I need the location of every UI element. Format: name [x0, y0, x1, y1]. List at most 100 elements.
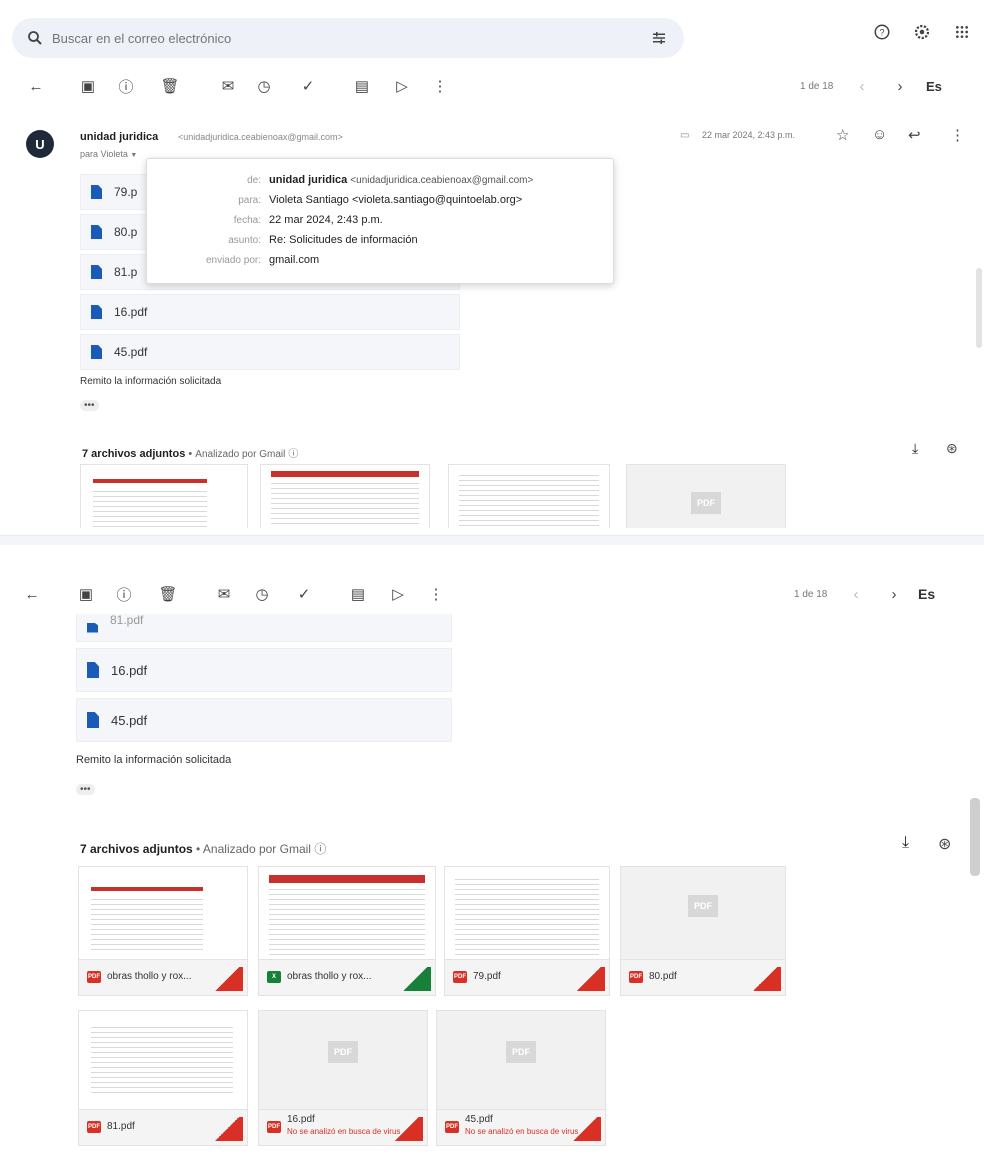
- attachments-count: 7 archivos adjuntos: [82, 448, 186, 460]
- attachment-thumbnail[interactable]: [448, 464, 610, 528]
- attachment-card[interactable]: PDF 81.pdf: [78, 1010, 248, 1146]
- search-bar[interactable]: [12, 18, 684, 58]
- search-input[interactable]: [52, 28, 612, 48]
- sender-name[interactable]: unidad juridica: [80, 131, 158, 143]
- input-tools-language[interactable]: Es: [926, 79, 942, 94]
- mark-unread-icon[interactable]: ✉: [214, 584, 234, 604]
- apps-grid-icon[interactable]: [952, 22, 972, 42]
- snooze-clock-icon[interactable]: ◷: [254, 76, 274, 96]
- input-tools-language[interactable]: Es: [918, 586, 935, 602]
- add-to-drive-icon[interactable]: ⊛: [946, 440, 958, 457]
- more-options-icon[interactable]: ⋮: [426, 584, 446, 604]
- message-body: Remito la información solicitada: [76, 754, 232, 766]
- attachment-name: 16.pdf: [114, 305, 148, 319]
- attachment-card[interactable]: Xobras thollo y rox...: [258, 866, 436, 996]
- settings-gear-icon[interactable]: [912, 22, 932, 42]
- attachment-card[interactable]: PDF obras thollo y rox...: [78, 866, 248, 996]
- star-icon[interactable]: ☆: [836, 126, 849, 144]
- label-icon[interactable]: ▷: [392, 76, 412, 96]
- scrollbar[interactable]: [976, 268, 982, 348]
- attachment-name: 80.p: [114, 225, 138, 239]
- download-all-icon[interactable]: ⤓: [902, 834, 909, 852]
- pdf-placeholder-icon: PDF: [691, 491, 721, 514]
- pdf-placeholder-icon: PDF: [328, 1041, 358, 1064]
- attachment-corner-icon: [573, 967, 605, 991]
- show-trimmed-content[interactable]: •••: [76, 784, 95, 795]
- archive-icon[interactable]: ▣: [76, 584, 96, 604]
- search-icon[interactable]: [26, 29, 44, 47]
- attachment-chip[interactable]: 81.pdf: [76, 613, 452, 642]
- report-spam-icon[interactable]: ⓘ: [114, 584, 134, 604]
- help-icon[interactable]: ?: [872, 22, 892, 42]
- download-all-icon[interactable]: ⤓: [912, 440, 918, 457]
- attachment-card[interactable]: PDF PDF 80.pdf: [620, 866, 786, 996]
- attachment-corner-icon: [749, 967, 781, 991]
- next-page-icon[interactable]: ›: [884, 584, 904, 604]
- back-arrow-icon[interactable]: ←: [22, 584, 42, 604]
- pdf-file-icon: PDF: [87, 971, 101, 983]
- pagination-label: 1 de 18: [794, 589, 828, 600]
- scrollbar-thumb[interactable]: [970, 798, 980, 876]
- add-task-icon[interactable]: ✓: [298, 76, 318, 96]
- attachment-card[interactable]: PDF PDF 45.pdf No se analizó en busca de v…: [436, 1010, 606, 1146]
- detail-sender-email: <unidadjuridica.ceabienoax@gmail.com>: [350, 175, 534, 186]
- spreadsheet-file-icon: X: [267, 971, 281, 983]
- document-icon: [91, 345, 102, 359]
- attachment-filename: 81.pdf: [107, 1121, 135, 1132]
- report-spam-icon[interactable]: ⓘ: [116, 76, 136, 96]
- chevron-down-icon[interactable]: ▼: [130, 152, 137, 159]
- attachment-corner-icon: [399, 967, 431, 991]
- attachment-thumbnail[interactable]: [80, 464, 248, 528]
- reply-icon[interactable]: ↩: [908, 126, 921, 144]
- emoji-reaction-icon[interactable]: ☺: [872, 126, 887, 143]
- delete-icon[interactable]: 🗑: [160, 76, 180, 96]
- attachment-chip[interactable]: 16.pdf: [76, 648, 452, 692]
- next-page-icon[interactable]: ›: [890, 76, 910, 96]
- back-arrow-icon[interactable]: ←: [26, 76, 46, 96]
- attachment-thumbnail[interactable]: PDF: [626, 464, 786, 528]
- attachment-thumbnail[interactable]: [260, 464, 430, 528]
- show-details-toggle[interactable]: para Violeta ▼: [80, 149, 137, 159]
- attachment-name: 81.p: [114, 265, 138, 279]
- more-options-icon[interactable]: ⋮: [430, 76, 450, 96]
- detail-value: 22 mar 2024, 2:43 p.m.: [269, 214, 383, 226]
- detail-key: de:: [247, 175, 261, 186]
- attachments-header: 7 archivos adjuntos • Analizado por Gmai…: [82, 445, 298, 460]
- delete-icon[interactable]: 🗑: [158, 584, 178, 604]
- attachment-chip[interactable]: 16.pdf: [80, 294, 460, 330]
- mark-unread-icon[interactable]: ✉: [218, 76, 238, 96]
- attachment-chip[interactable]: 45.pdf: [76, 698, 452, 742]
- prev-page-icon[interactable]: ‹: [852, 76, 872, 96]
- message-toolbar: ← ▣ ⓘ 🗑 ✉ ◷ ✓ ▤ ▷ ⋮ 1 de 18 ‹ › Es: [0, 68, 984, 104]
- virus-scan-warning: No se analizó en busca de virus: [287, 1127, 401, 1136]
- more-vert-icon[interactable]: ⋮: [950, 126, 965, 144]
- show-trimmed-content[interactable]: •••: [80, 400, 99, 411]
- move-to-icon[interactable]: ▤: [352, 76, 372, 96]
- document-icon: [91, 225, 102, 239]
- search-options-icon[interactable]: [650, 29, 668, 47]
- attachments-count: 7 archivos adjuntos: [80, 842, 193, 856]
- detail-value: Re: Solicitudes de información: [269, 234, 418, 246]
- screenshot-divider: [0, 535, 984, 545]
- label-icon[interactable]: ▷: [388, 584, 408, 604]
- pdf-file-icon: PDF: [445, 1121, 459, 1133]
- attachment-card[interactable]: PDF 79.pdf: [444, 866, 610, 996]
- document-icon: [87, 622, 98, 633]
- attachment-card[interactable]: PDF PDF 16.pdf No se analizó en busca de v…: [258, 1010, 428, 1146]
- add-to-drive-icon[interactable]: ⊛: [938, 834, 951, 854]
- prev-page-icon[interactable]: ‹: [846, 584, 866, 604]
- add-task-icon[interactable]: ✓: [294, 584, 314, 604]
- attachment-filename: obras thollo y rox...: [287, 971, 372, 982]
- archive-icon[interactable]: ▣: [78, 76, 98, 96]
- detail-sender-name: unidad juridica: [269, 174, 348, 186]
- info-icon[interactable]: ⓘ: [288, 449, 298, 460]
- info-icon[interactable]: ⓘ: [314, 842, 326, 856]
- detail-key: fecha:: [233, 215, 261, 226]
- pdf-file-icon: PDF: [87, 1121, 101, 1133]
- document-icon: [91, 265, 102, 279]
- scanned-by-gmail: Analizado por Gmail: [202, 842, 311, 856]
- snooze-clock-icon[interactable]: ◷: [252, 584, 272, 604]
- separator: •: [188, 448, 193, 460]
- attachment-chip[interactable]: 45.pdf: [80, 334, 460, 370]
- move-to-icon[interactable]: ▤: [348, 584, 368, 604]
